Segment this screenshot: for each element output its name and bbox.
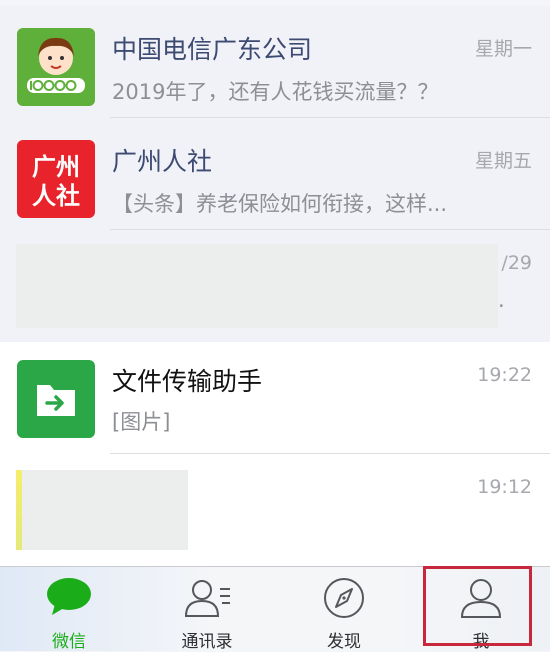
chat-row-redacted[interactable]: /29 . bbox=[0, 230, 550, 342]
svg-text:广州: 广州 bbox=[32, 153, 80, 181]
china-telecom-avatar bbox=[17, 28, 95, 106]
svg-text:人社: 人社 bbox=[32, 182, 80, 210]
tab-weixin[interactable]: 微信 bbox=[0, 567, 138, 652]
chat-preview: 【头条】养老保险如何衔接，这样... bbox=[112, 192, 448, 216]
chat-name: 文件传输助手 bbox=[112, 367, 263, 396]
chat-row-china-telecom[interactable]: 中国电信广东公司 2019年了，还有人花钱买流量？？ 星期一 bbox=[0, 6, 550, 118]
chat-time: 19:22 bbox=[477, 364, 532, 386]
guangzhou-renshe-avatar: 广州 人社 bbox=[17, 140, 95, 218]
chat-time: 星期一 bbox=[474, 38, 532, 60]
tab-label: 通讯录 bbox=[181, 632, 233, 652]
chat-time: 19:12 bbox=[477, 476, 532, 498]
tab-contacts[interactable]: 通讯录 bbox=[138, 567, 276, 652]
tab-discover[interactable]: 发现 bbox=[275, 567, 413, 652]
highlight-box bbox=[423, 566, 532, 646]
chat-bubble-icon bbox=[47, 578, 91, 615]
chat-time: 星期五 bbox=[474, 150, 532, 172]
tab-label: 发现 bbox=[327, 632, 361, 652]
redaction-block bbox=[16, 244, 498, 328]
chat-list: 中国电信广东公司 2019年了，还有人花钱买流量？？ 星期一 广州 人社 广州人… bbox=[0, 0, 550, 566]
chat-time: /29 bbox=[501, 252, 532, 274]
chat-name: 中国电信广东公司 bbox=[112, 35, 313, 64]
tab-label: 微信 bbox=[52, 632, 86, 652]
file-transfer-avatar bbox=[17, 360, 95, 438]
file-transfer-folder-icon bbox=[37, 385, 75, 416]
compass-icon bbox=[324, 578, 364, 618]
chat-row-redacted[interactable]: 19:12 bbox=[0, 454, 550, 566]
chat-row-guangzhou-renshe[interactable]: 广州 人社 广州人社 【头条】养老保险如何衔接，这样... 星期五 bbox=[0, 118, 550, 230]
chat-preview: . bbox=[498, 288, 505, 312]
chat-preview: [图片] bbox=[112, 410, 171, 434]
contacts-icon bbox=[184, 580, 230, 617]
chat-preview: 2019年了，还有人花钱买流量？？ bbox=[112, 80, 439, 104]
chat-row-file-transfer[interactable]: 文件传输助手 [图片] 19:22 bbox=[0, 342, 550, 454]
guangzhou-renshe-logo-icon: 广州 人社 bbox=[32, 153, 80, 210]
china-telecom-10000-mascot-icon bbox=[27, 37, 85, 93]
chat-name: 广州人社 bbox=[112, 147, 213, 176]
redaction-block bbox=[22, 470, 188, 550]
